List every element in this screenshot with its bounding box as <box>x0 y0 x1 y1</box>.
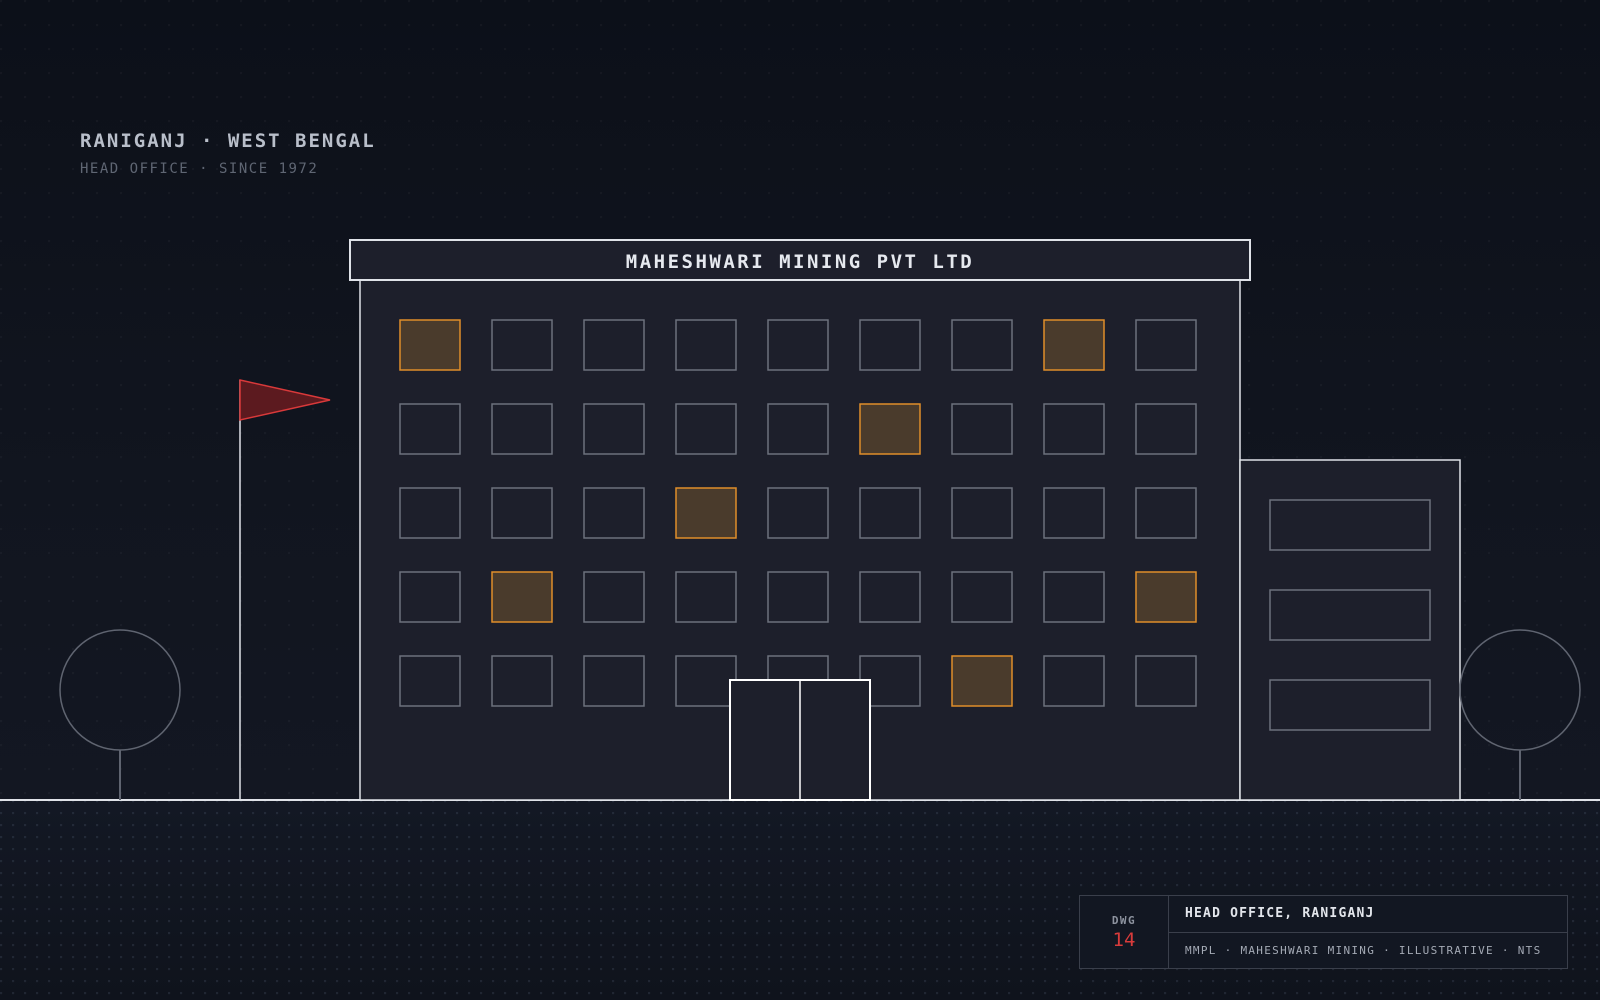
drawing-title: HEAD OFFICE, RANIGANJ <box>1169 896 1567 933</box>
annex-building <box>1239 459 1461 801</box>
window-lit <box>399 319 461 371</box>
entrance-door <box>729 679 871 801</box>
company-sign: MAHESHWARI MINING PVT LTD <box>626 251 974 273</box>
flag-pennant <box>239 379 331 421</box>
drawing-number-cell: DWG 14 <box>1080 896 1169 968</box>
window-lit <box>675 487 737 539</box>
drawing-label: DWG <box>1111 913 1137 927</box>
tree-right-canopy <box>1459 629 1581 751</box>
drawing-info: HEAD OFFICE, RANIGANJ MMPL · MAHESHWARI … <box>1169 896 1567 968</box>
drawing-meta: MMPL · MAHESHWARI MINING · ILLUSTRATIVE … <box>1185 943 1542 957</box>
window-lit <box>859 403 921 455</box>
flagpole <box>239 379 331 800</box>
tree-left <box>59 629 181 800</box>
tree-left-canopy <box>59 629 181 751</box>
drawing-title-block: DWG 14 HEAD OFFICE, RANIGANJ MMPL · MAHE… <box>1079 895 1568 969</box>
drawing-number: 14 <box>1112 928 1136 951</box>
window-lit <box>491 571 553 623</box>
tree-right <box>1459 629 1581 800</box>
window-lit <box>951 655 1013 707</box>
building-elevation: MAHESHWARI MINING PVT LTD <box>0 239 1600 801</box>
window-lit <box>1043 319 1105 371</box>
window-lit <box>1135 571 1197 623</box>
